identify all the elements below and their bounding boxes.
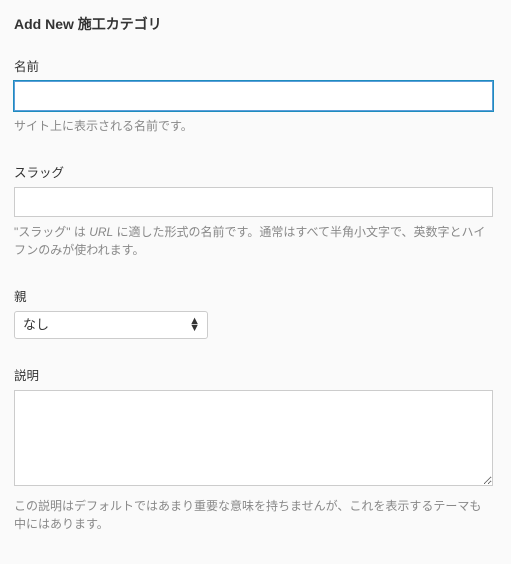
slug-input[interactable] (14, 187, 493, 217)
description-input[interactable] (14, 390, 493, 486)
field-name: 名前 サイト上に表示される名前です。 (14, 56, 493, 136)
add-term-form: Add New 施工カテゴリ 名前 サイト上に表示される名前です。 スラッグ "… (0, 0, 511, 564)
slug-label: スラッグ (14, 162, 493, 181)
page-title: Add New 施工カテゴリ (14, 14, 493, 34)
parent-label: 親 (14, 286, 493, 305)
name-input[interactable] (14, 81, 493, 111)
field-description: 説明 この説明はデフォルトではあまり重要な意味を持ちませんが、これを表示するテー… (14, 365, 493, 534)
field-slug: スラッグ "スラッグ" は URL に適した形式の名前です。通常はすべて半角小文… (14, 162, 493, 260)
description-help: この説明はデフォルトではあまり重要な意味を持ちませんが、これを表示するテーマも中… (14, 497, 493, 534)
slug-help: "スラッグ" は URL に適した形式の名前です。通常はすべて半角小文字で、英数… (14, 223, 493, 260)
parent-select[interactable]: なし (14, 311, 208, 339)
name-label: 名前 (14, 56, 493, 75)
name-help: サイト上に表示される名前です。 (14, 117, 493, 136)
parent-select-wrap: なし ▲▼ (14, 311, 208, 339)
field-parent: 親 なし ▲▼ (14, 286, 493, 339)
description-label: 説明 (14, 365, 493, 384)
